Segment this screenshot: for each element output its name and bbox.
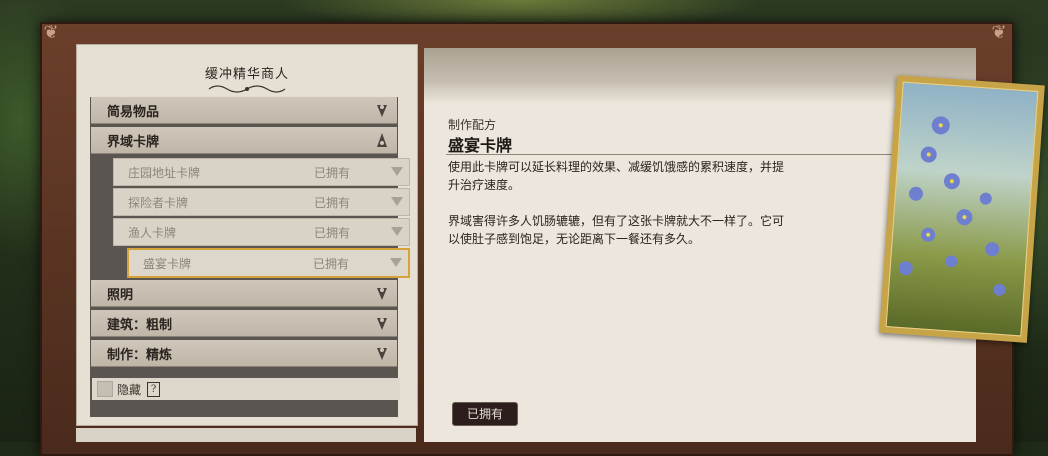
category-list: 简易物品 界域卡牌 庄园地址卡牌 已拥有 探险者卡牌 已拥有 渔人卡牌 已拥有 … (90, 97, 410, 417)
expand-arrow-icon (377, 105, 387, 117)
frame-corner-ornament: ❦ (43, 22, 59, 43)
category-label: 建筑：粗制 (107, 317, 173, 333)
category-simple-items[interactable]: 简易物品 (91, 97, 397, 124)
flower-icon (898, 116, 1006, 296)
owned-status: 已拥有 (314, 195, 351, 210)
expand-arrow-icon (377, 288, 387, 300)
divider (446, 154, 906, 155)
chevron-down-icon (390, 258, 402, 267)
expand-arrow-icon (377, 318, 387, 330)
recipe-item-explorer-card[interactable]: 探险者卡牌 已拥有 (113, 188, 410, 216)
chevron-down-icon (391, 197, 403, 206)
owned-status: 已拥有 (314, 225, 351, 240)
title-flourish-icon (208, 85, 286, 93)
hide-label: 隐藏 (117, 382, 142, 397)
recipe-list-panel: 缓冲精华商人 简易物品 界域卡牌 庄园地址卡牌 已拥有 探险者卡牌 已拥有 渔人… (76, 44, 418, 426)
category-label: 简易物品 (107, 104, 160, 120)
category-crafting-refined[interactable]: 制作：精炼 (91, 340, 397, 367)
hide-toggle-row: 隐藏 ? (92, 378, 400, 400)
chevron-down-icon (391, 167, 403, 176)
recipe-description: 使用此卡牌可以延长料理的效果、减缓饥饿感的累积速度，并提 升治疗速度。 界域害得… (448, 160, 785, 246)
recipe-name: 盛宴卡牌 (448, 136, 513, 155)
owned-button[interactable]: 已拥有 (452, 402, 518, 426)
category-building-crude[interactable]: 建筑：粗制 (91, 310, 397, 337)
category-lighting[interactable]: 照明 (91, 280, 397, 307)
collapse-arrow-icon (377, 133, 387, 147)
recipe-item-label: 渔人卡牌 (128, 225, 177, 240)
expand-arrow-icon (377, 348, 387, 360)
recipe-item-label: 盛宴卡牌 (143, 256, 192, 271)
category-label: 界域卡牌 (107, 134, 160, 150)
card-flower-illustration (885, 81, 1039, 337)
merchant-title: 缓冲精华商人 (204, 67, 289, 82)
category-label: 制作：精炼 (107, 347, 173, 363)
recipe-item-label: 探险者卡牌 (128, 195, 189, 210)
category-realm-cards[interactable]: 界域卡牌 (91, 127, 397, 154)
hide-checkbox[interactable] (97, 381, 113, 397)
category-label: 照明 (107, 287, 134, 303)
recipe-item-manor-card[interactable]: 庄园地址卡牌 已拥有 (113, 158, 410, 186)
owned-status: 已拥有 (314, 165, 351, 180)
feast-card-image (879, 75, 1045, 343)
help-icon[interactable]: ? (147, 381, 161, 397)
chevron-down-icon (391, 227, 403, 236)
owned-status: 已拥有 (313, 256, 350, 271)
recipe-item-feast-card[interactable]: 盛宴卡牌 已拥有 (127, 248, 410, 278)
frame-corner-ornament: ❦ (991, 22, 1007, 43)
recipe-item-fisher-card[interactable]: 渔人卡牌 已拥有 (113, 218, 410, 246)
detail-header-texture (424, 48, 976, 104)
recipe-item-label: 庄园地址卡牌 (128, 165, 201, 180)
recipe-kind: 制作配方 (448, 118, 497, 132)
bottom-tab-strip (76, 428, 416, 442)
